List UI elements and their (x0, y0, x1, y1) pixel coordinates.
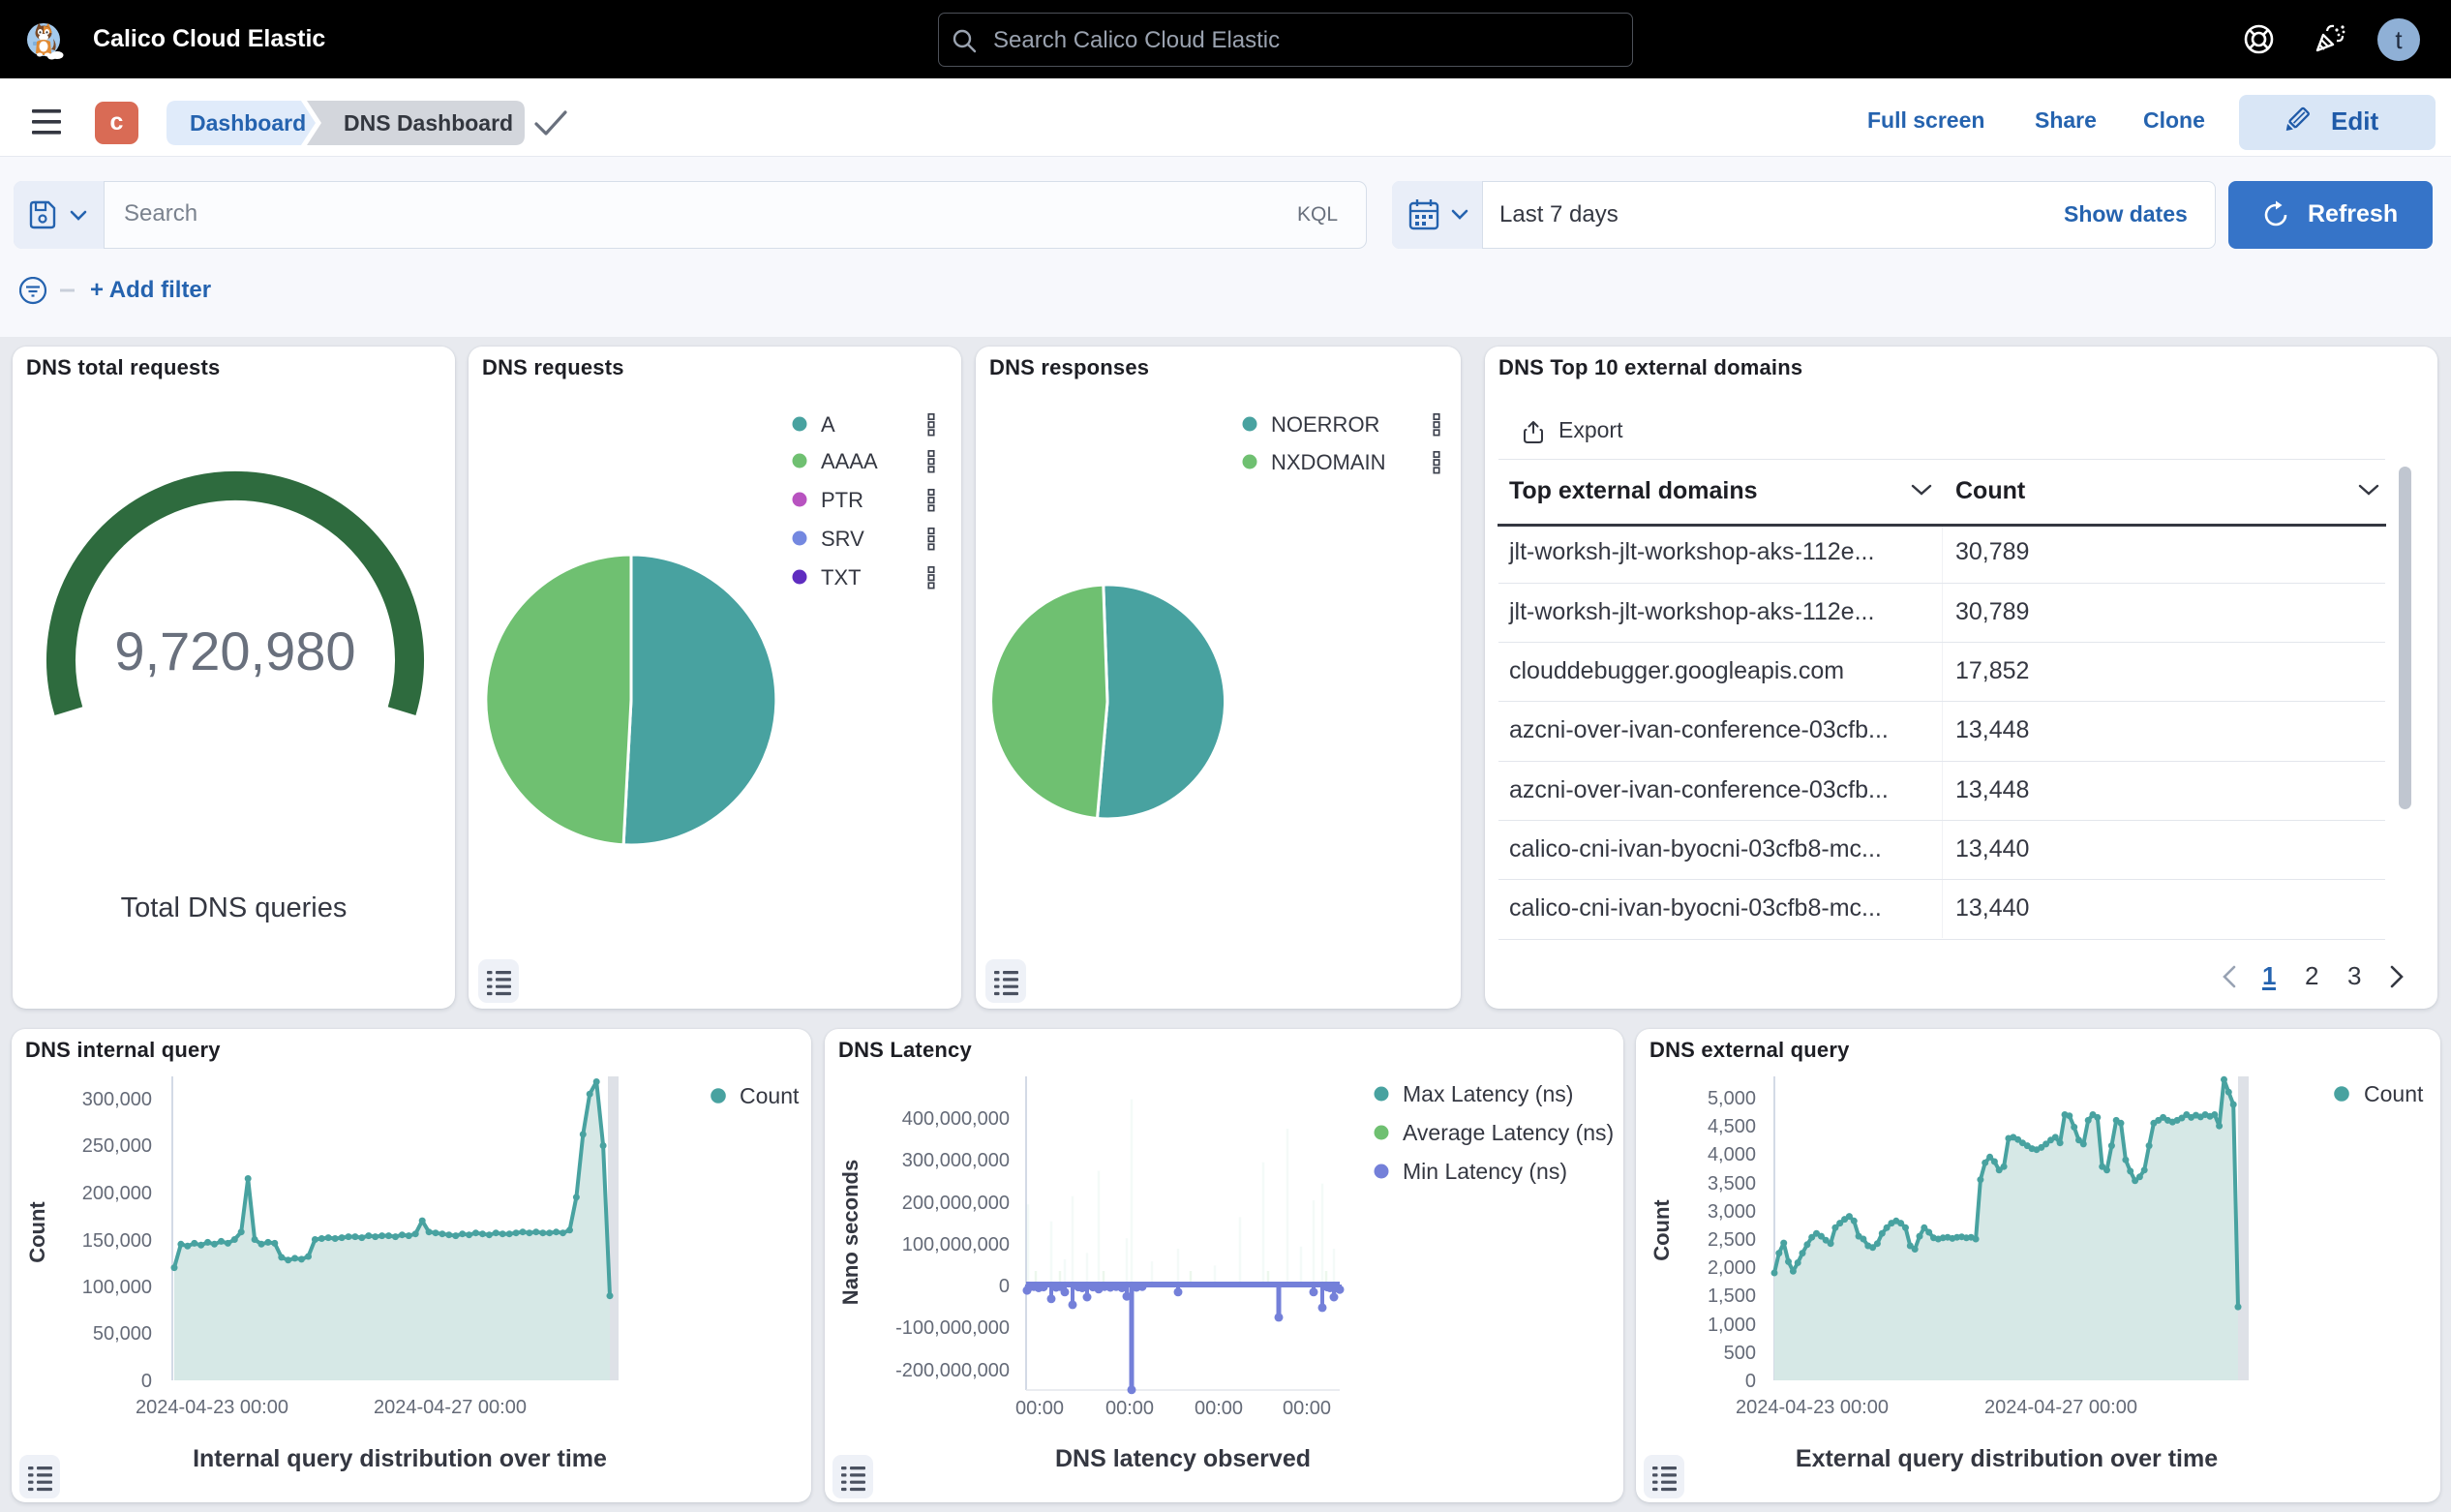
svg-text:5,000: 5,000 (1708, 1088, 1756, 1109)
svg-text:0: 0 (1745, 1371, 1756, 1392)
svg-text:4,500: 4,500 (1708, 1116, 1756, 1137)
svg-text:Count: Count (1649, 1199, 1674, 1261)
svg-text:3,000: 3,000 (1708, 1201, 1756, 1223)
svg-text:External query distribution ov: External query distribution over time (1796, 1445, 2218, 1472)
svg-text:2024-04-23 00:00: 2024-04-23 00:00 (1736, 1397, 1889, 1418)
svg-text:2024-04-27 00:00: 2024-04-27 00:00 (1984, 1397, 2137, 1418)
svg-text:500: 500 (1724, 1343, 1756, 1364)
svg-text:3,500: 3,500 (1708, 1173, 1756, 1194)
svg-text:Count: Count (2364, 1081, 2424, 1106)
svg-text:1,000: 1,000 (1708, 1315, 1756, 1336)
svg-text:2,000: 2,000 (1708, 1257, 1756, 1279)
svg-text:2,500: 2,500 (1708, 1229, 1756, 1251)
svg-text:4,000: 4,000 (1708, 1144, 1756, 1165)
svg-text:1,500: 1,500 (1708, 1285, 1756, 1307)
